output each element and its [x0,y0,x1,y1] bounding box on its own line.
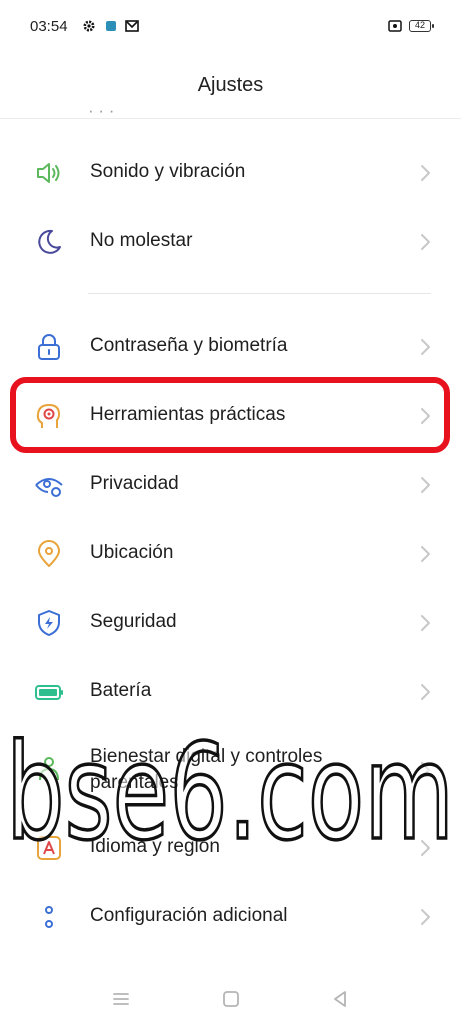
settings-item-label: Ubicación [90,542,174,563]
location-pin-icon [38,540,60,567]
settings-item-label: Privacidad [90,473,179,494]
app-icon [106,21,116,31]
more-dots-icon [45,906,53,928]
watermark: bse6.com [4,720,456,860]
speaker-icon [37,163,60,183]
chevron-right-icon [421,165,430,181]
navigation-bar [0,975,461,1024]
battery-icon: 42 [409,20,434,32]
settings-item-label: Batería [90,680,152,701]
settings-item-password[interactable]: Contraseña y biometría [0,318,461,374]
privacy-eye-icon [35,478,63,497]
settings-item-do-not-disturb[interactable]: No molestar [0,213,461,269]
menu-icon[interactable] [109,987,133,1011]
gear-icon [83,20,95,32]
gmail-icon [125,20,139,32]
settings-item-label: Configuración adicional [90,905,288,926]
settings-item-label: No molestar [90,230,193,251]
settings-item-label: Seguridad [90,611,177,632]
header-divider [0,118,461,119]
home-icon[interactable] [219,987,243,1011]
status-bar: 03:54 42 [0,0,461,56]
page-title: Ajustes [197,74,264,96]
chevron-right-icon [421,615,430,631]
battery-level: 42 [414,20,425,30]
settings-item-location[interactable]: Ubicación [0,525,461,581]
chevron-right-icon [421,477,430,493]
chevron-right-icon [421,684,430,700]
chevron-right-icon [421,339,430,355]
moon-icon [38,229,61,254]
settings-item-sound[interactable]: Sonido y vibración [0,144,461,200]
lock-icon [38,334,60,360]
status-time: 03:54 [30,18,68,35]
group-divider [88,293,431,294]
chevron-right-icon [421,909,430,925]
chevron-right-icon [421,234,430,250]
screen-record-icon [388,20,402,32]
settings-item-label: Sonido y vibración [90,161,246,182]
settings-item-additional[interactable]: Configuración adicional [0,888,461,944]
chevron-right-icon [421,546,430,562]
watermark-text: bse6.com [6,720,454,860]
battery-icon [35,685,63,700]
settings-item-battery[interactable]: Batería [0,663,461,719]
back-icon[interactable] [328,987,352,1011]
shield-icon [38,610,60,636]
highlight-box [10,377,450,453]
settings-item-label: Contraseña y biometría [90,335,288,356]
settings-item-security[interactable]: Seguridad [0,594,461,650]
settings-item-privacy[interactable]: Privacidad [0,456,461,512]
